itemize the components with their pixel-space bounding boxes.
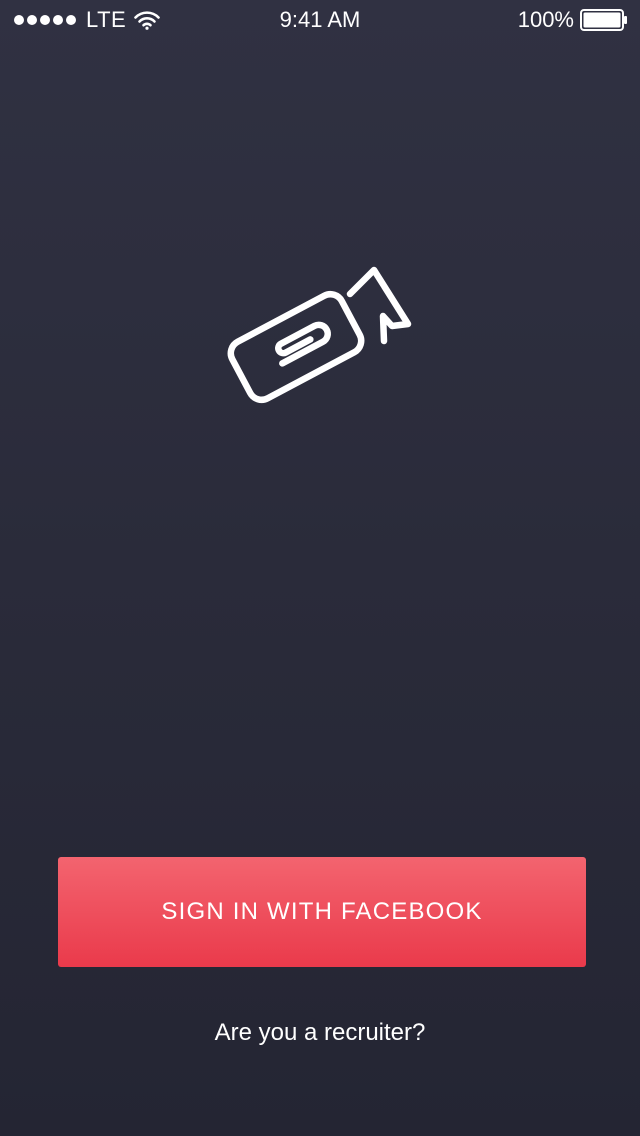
status-bar: LTE 9:41 AM 100% (0, 0, 640, 40)
battery-percent: 100% (517, 7, 574, 32)
battery-icon (580, 9, 627, 31)
sign-in-facebook-button[interactable]: SIGN IN WITH FACEBOOK (58, 857, 586, 967)
status-bar-right: 100% (518, 6, 628, 34)
recruiter-link[interactable]: Are you a recruiter? (0, 1016, 640, 1050)
camera-paperclip-logo-icon (227, 266, 412, 404)
